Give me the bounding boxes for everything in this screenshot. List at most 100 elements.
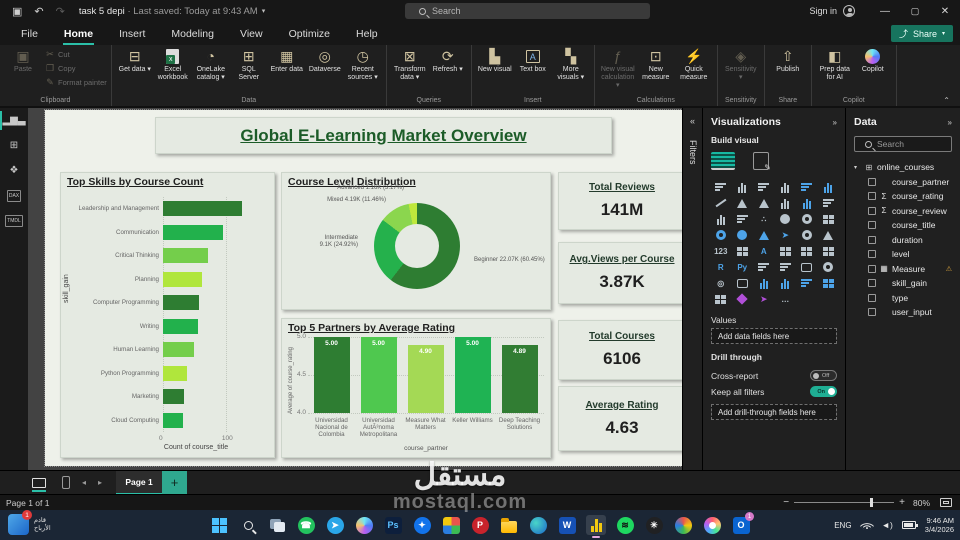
column-chart-bar[interactable]: 5.00 <box>454 337 491 413</box>
collapse-table-icon[interactable]: ▾ <box>854 164 863 171</box>
next-page-icon[interactable]: ▸ <box>98 478 102 487</box>
build-visual-tab[interactable] <box>711 152 735 170</box>
bar-chart-bar[interactable] <box>163 412 184 428</box>
dataverse-button[interactable]: ◎ Dataverse <box>307 47 343 75</box>
onelake-catalog-button[interactable]: ◔ OneLake catalog ▾ <box>193 47 229 83</box>
more-grid-icon[interactable] <box>710 291 732 307</box>
new-visual-calculation-button[interactable]: ƒ New visual calculation ▾ <box>600 47 636 91</box>
sql-server-button[interactable]: ⊞ SQL Server <box>231 47 267 83</box>
refresh-button[interactable]: ⟳ Refresh ▾ <box>430 47 466 75</box>
volume-icon[interactable]: ◄) <box>882 520 893 530</box>
model-view-icon[interactable]: ❖ <box>0 158 28 183</box>
line-and-stacked-column-chart-icon[interactable] <box>775 195 797 211</box>
report-canvas[interactable]: Global E-Learning Market Overview Top Sk… <box>44 109 691 467</box>
paginated-report-visual-icon[interactable] <box>732 275 754 291</box>
text-slicer-icon[interactable] <box>775 259 797 275</box>
wifi-icon[interactable] <box>859 518 874 533</box>
azure-map-2-icon[interactable] <box>818 275 840 291</box>
cut-button[interactable]: ✂ Cut <box>44 47 107 61</box>
bar-chart-bar[interactable] <box>163 201 242 216</box>
column-chart-visual[interactable]: Top 5 Partners by Average Rating 5.00 5.0… <box>281 318 551 458</box>
shape-map-icon[interactable] <box>753 227 775 243</box>
field-skill-gain[interactable]: skill_gain <box>846 276 960 291</box>
power-apps-visual-icon[interactable] <box>753 275 775 291</box>
stacked-column-chart-icon[interactable] <box>732 179 754 195</box>
menu-modeling[interactable]: Modeling <box>170 25 215 43</box>
filters-pane-collapsed[interactable]: « Filters <box>682 108 702 470</box>
r-script-visual-icon[interactable]: R <box>710 259 732 275</box>
task-view-icon[interactable] <box>267 515 287 535</box>
start-icon[interactable] <box>209 515 229 535</box>
python-visual-icon[interactable]: Py <box>732 259 754 275</box>
spotify-icon[interactable]: ≋ <box>615 515 635 535</box>
collapse-data-icon[interactable]: » <box>948 118 952 127</box>
field-checkbox[interactable] <box>868 250 876 259</box>
bar-chart-bar[interactable] <box>163 342 195 357</box>
new-visual-button[interactable]: ▙ New visual <box>477 47 513 75</box>
designer-icon[interactable] <box>702 515 722 535</box>
minimize-button[interactable]: — <box>870 0 900 22</box>
whatsapp-icon[interactable]: ☎ <box>296 515 316 535</box>
arcgis-map-icon[interactable] <box>796 275 818 291</box>
ribbon-chart-icon[interactable] <box>818 195 840 211</box>
search-box[interactable]: Search <box>405 3 650 19</box>
field-checkbox[interactable] <box>868 308 876 317</box>
tmdl-view-icon[interactable]: TMDL <box>0 208 28 233</box>
waterfall-chart-icon[interactable] <box>710 211 732 227</box>
keep-all-filters-toggle[interactable]: On <box>810 386 837 397</box>
scatter-chart-icon[interactable]: ∴ <box>753 211 775 227</box>
menu-insert[interactable]: Insert <box>118 25 146 43</box>
100-stacked-column-chart-icon[interactable] <box>818 179 840 195</box>
chatgpt-icon[interactable]: ✳ <box>644 515 664 535</box>
field-course-partner[interactable]: course_partner <box>846 175 960 190</box>
format-painter-button[interactable]: ✎ Format painter <box>44 75 107 89</box>
table-online-courses[interactable]: ▾ ⊞ online_courses <box>846 160 960 175</box>
word-icon[interactable]: W <box>557 515 577 535</box>
power-bi-icon[interactable] <box>586 515 606 538</box>
edge-icon[interactable] <box>528 515 548 535</box>
pinterest-icon[interactable]: P <box>470 515 490 535</box>
mobile-layout-icon[interactable] <box>62 476 70 489</box>
decomposition-tree-icon[interactable] <box>732 291 754 307</box>
bar-chart-bar[interactable] <box>163 224 223 240</box>
page-tab[interactable]: Page 1 <box>116 470 163 495</box>
more-options-icon[interactable]: … <box>775 291 797 307</box>
field-course-review[interactable]: Σcourse_review <box>846 204 960 219</box>
menu-optimize[interactable]: Optimize <box>288 25 331 43</box>
zoom-out-button[interactable]: − <box>783 497 789 508</box>
azure-map-icon[interactable]: ➤ <box>775 227 797 243</box>
bar-chart-bar[interactable] <box>163 389 185 404</box>
previous-page-icon[interactable]: ◂ <box>82 478 86 487</box>
field-duration[interactable]: duration <box>846 233 960 248</box>
menu-view[interactable]: View <box>239 25 264 43</box>
menu-home[interactable]: Home <box>62 25 95 45</box>
field-course-rating[interactable]: Σcourse_rating <box>846 189 960 204</box>
table-icon[interactable] <box>775 243 797 259</box>
100-stacked-bar-chart-icon[interactable] <box>796 179 818 195</box>
outlook-icon[interactable]: O1 <box>731 512 754 535</box>
field-measure[interactable]: ▦ Measure ⚠ <box>846 262 960 277</box>
donut-chart-icon[interactable] <box>796 211 818 227</box>
kpi-card-average-rating[interactable]: Average Rating 4.63 <box>558 386 686 451</box>
map-icon[interactable] <box>710 227 732 243</box>
paginated-report-icon[interactable] <box>818 243 840 259</box>
kpi-card-total-reviews[interactable]: Total Reviews 141M <box>558 172 686 230</box>
smart-narrative-icon[interactable]: A <box>753 243 775 259</box>
collapse-visualizations-icon[interactable]: » <box>833 118 837 127</box>
text-box-button[interactable]: A Text box <box>515 47 551 75</box>
field-checkbox[interactable] <box>868 192 876 201</box>
zoom-slider-handle[interactable] <box>870 498 874 507</box>
column-chart-bar[interactable]: 4.89 <box>501 345 538 413</box>
line-and-clustered-column-chart-icon[interactable] <box>796 195 818 211</box>
kpi-icon[interactable] <box>818 227 840 243</box>
clock[interactable]: 9:46 AM 3/4/2026 <box>925 516 954 534</box>
field-checkbox[interactable] <box>868 264 876 273</box>
line-chart-icon[interactable] <box>710 195 732 211</box>
field-checkbox[interactable] <box>868 221 876 230</box>
data-search-input[interactable]: Search <box>854 136 952 152</box>
app-grid-icon[interactable] <box>441 515 461 535</box>
area-chart-icon[interactable] <box>732 195 754 211</box>
battery-icon[interactable] <box>901 521 918 529</box>
power-automate-visual-icon[interactable] <box>775 275 797 291</box>
table-view-icon[interactable]: ⊞ <box>0 133 28 158</box>
